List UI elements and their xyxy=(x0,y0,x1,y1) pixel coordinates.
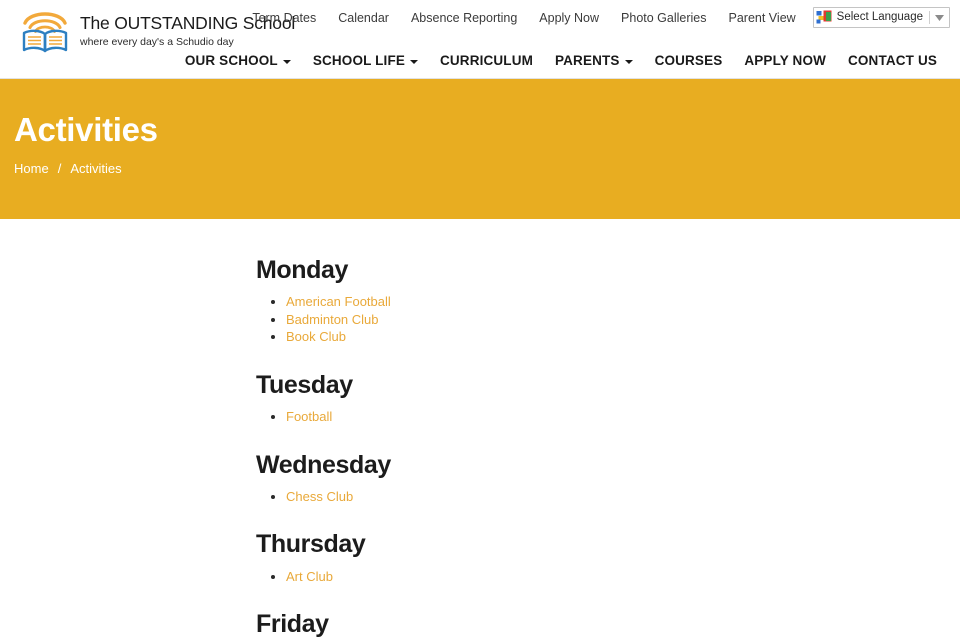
nav-item-label: CURRICULUM xyxy=(440,53,533,68)
activity-link[interactable]: Football xyxy=(286,409,332,424)
open-book-wifi-logo-icon xyxy=(18,6,72,56)
nav-item-school-life[interactable]: SCHOOL LIFE xyxy=(302,50,429,71)
activity-list: Art Club xyxy=(256,569,856,586)
day-heading: Tuesday xyxy=(256,370,353,399)
site-header: The OUTSTANDING School where every day's… xyxy=(0,0,960,79)
day-block-friday: Friday Computing Club xyxy=(256,609,856,640)
main-nav: OUR SCHOOL SCHOOL LIFE CURRICULUM PARENT… xyxy=(174,50,948,71)
page-title: Activities xyxy=(14,111,158,148)
nav-item-courses[interactable]: COURSES xyxy=(644,50,734,71)
activity-list: Chess Club xyxy=(256,489,856,506)
day-heading: Wednesday xyxy=(256,450,391,479)
list-item: Football xyxy=(271,409,856,426)
page-hero-banner: Activities Home / Activities xyxy=(0,79,960,219)
day-block-monday: Monday American Football Badminton Club … xyxy=(256,255,856,346)
day-block-wednesday: Wednesday Chess Club xyxy=(256,450,856,506)
activity-list: American Football Badminton Club Book Cl… xyxy=(256,294,856,346)
breadcrumb-item-home[interactable]: Home xyxy=(14,161,49,176)
google-translate-icon xyxy=(816,10,837,25)
breadcrumb-item-current: Activities xyxy=(70,161,122,176)
nav-item-label: CONTACT US xyxy=(848,53,937,68)
nav-item-our-school[interactable]: OUR SCHOOL xyxy=(174,50,302,71)
list-item: American Football xyxy=(271,294,856,311)
activities-list-container: Monday American Football Badminton Club … xyxy=(256,255,856,640)
list-item: Badminton Club xyxy=(271,312,856,329)
activity-link[interactable]: Chess Club xyxy=(286,489,353,504)
google-translate-label: Select Language xyxy=(836,11,923,23)
logo-tagline: where every day's a Schudio day xyxy=(80,35,234,48)
utility-nav-item-parent-view[interactable]: Parent View xyxy=(718,8,807,28)
breadcrumb: Home / Activities xyxy=(14,161,122,176)
activity-list: Football xyxy=(256,409,856,426)
nav-item-label: SCHOOL LIFE xyxy=(312,53,405,68)
utility-nav: Term Dates Calendar Absence Reporting Ap… xyxy=(241,7,950,28)
nav-item-label: COURSES xyxy=(654,53,723,68)
chevron-down-icon[interactable] xyxy=(930,8,949,27)
nav-item-label: PARENTS xyxy=(555,53,620,68)
utility-nav-item-photo-galleries[interactable]: Photo Galleries xyxy=(610,8,717,28)
utility-nav-item-calendar[interactable]: Calendar xyxy=(327,8,400,28)
activity-link[interactable]: Book Club xyxy=(286,329,346,344)
breadcrumb-separator: / xyxy=(57,161,62,176)
utility-nav-item-term-dates[interactable]: Term Dates xyxy=(241,8,327,28)
nav-item-parents[interactable]: PARENTS xyxy=(544,50,644,71)
chevron-down-icon xyxy=(282,59,291,64)
nav-item-apply-now[interactable]: APPLY NOW xyxy=(733,50,837,71)
day-heading: Thursday xyxy=(256,530,366,559)
day-heading: Monday xyxy=(256,256,349,284)
activity-link[interactable]: Badminton Club xyxy=(286,312,379,327)
utility-nav-item-apply-now[interactable]: Apply Now xyxy=(528,8,610,28)
chevron-down-icon xyxy=(410,59,418,64)
activity-link[interactable]: American Football xyxy=(286,294,391,309)
chevron-down-icon xyxy=(624,59,633,64)
google-translate-select[interactable]: Select Language xyxy=(812,7,950,28)
nav-item-label: OUR SCHOOL xyxy=(184,53,278,68)
main-content: Monday American Football Badminton Club … xyxy=(0,219,960,640)
list-item: Book Club xyxy=(271,329,856,346)
list-item: Chess Club xyxy=(271,489,856,506)
nav-item-label: APPLY NOW xyxy=(744,53,826,68)
day-block-thursday: Thursday Art Club xyxy=(256,529,856,585)
list-item: Art Club xyxy=(271,569,856,586)
day-heading: Friday xyxy=(256,610,329,638)
utility-nav-item-absence-reporting[interactable]: Absence Reporting xyxy=(400,8,528,28)
nav-item-contact-us[interactable]: CONTACT US xyxy=(837,50,948,71)
nav-item-curriculum[interactable]: CURRICULUM xyxy=(429,50,544,71)
activity-link[interactable]: Art Club xyxy=(286,569,333,584)
day-block-tuesday: Tuesday Football xyxy=(256,370,856,426)
